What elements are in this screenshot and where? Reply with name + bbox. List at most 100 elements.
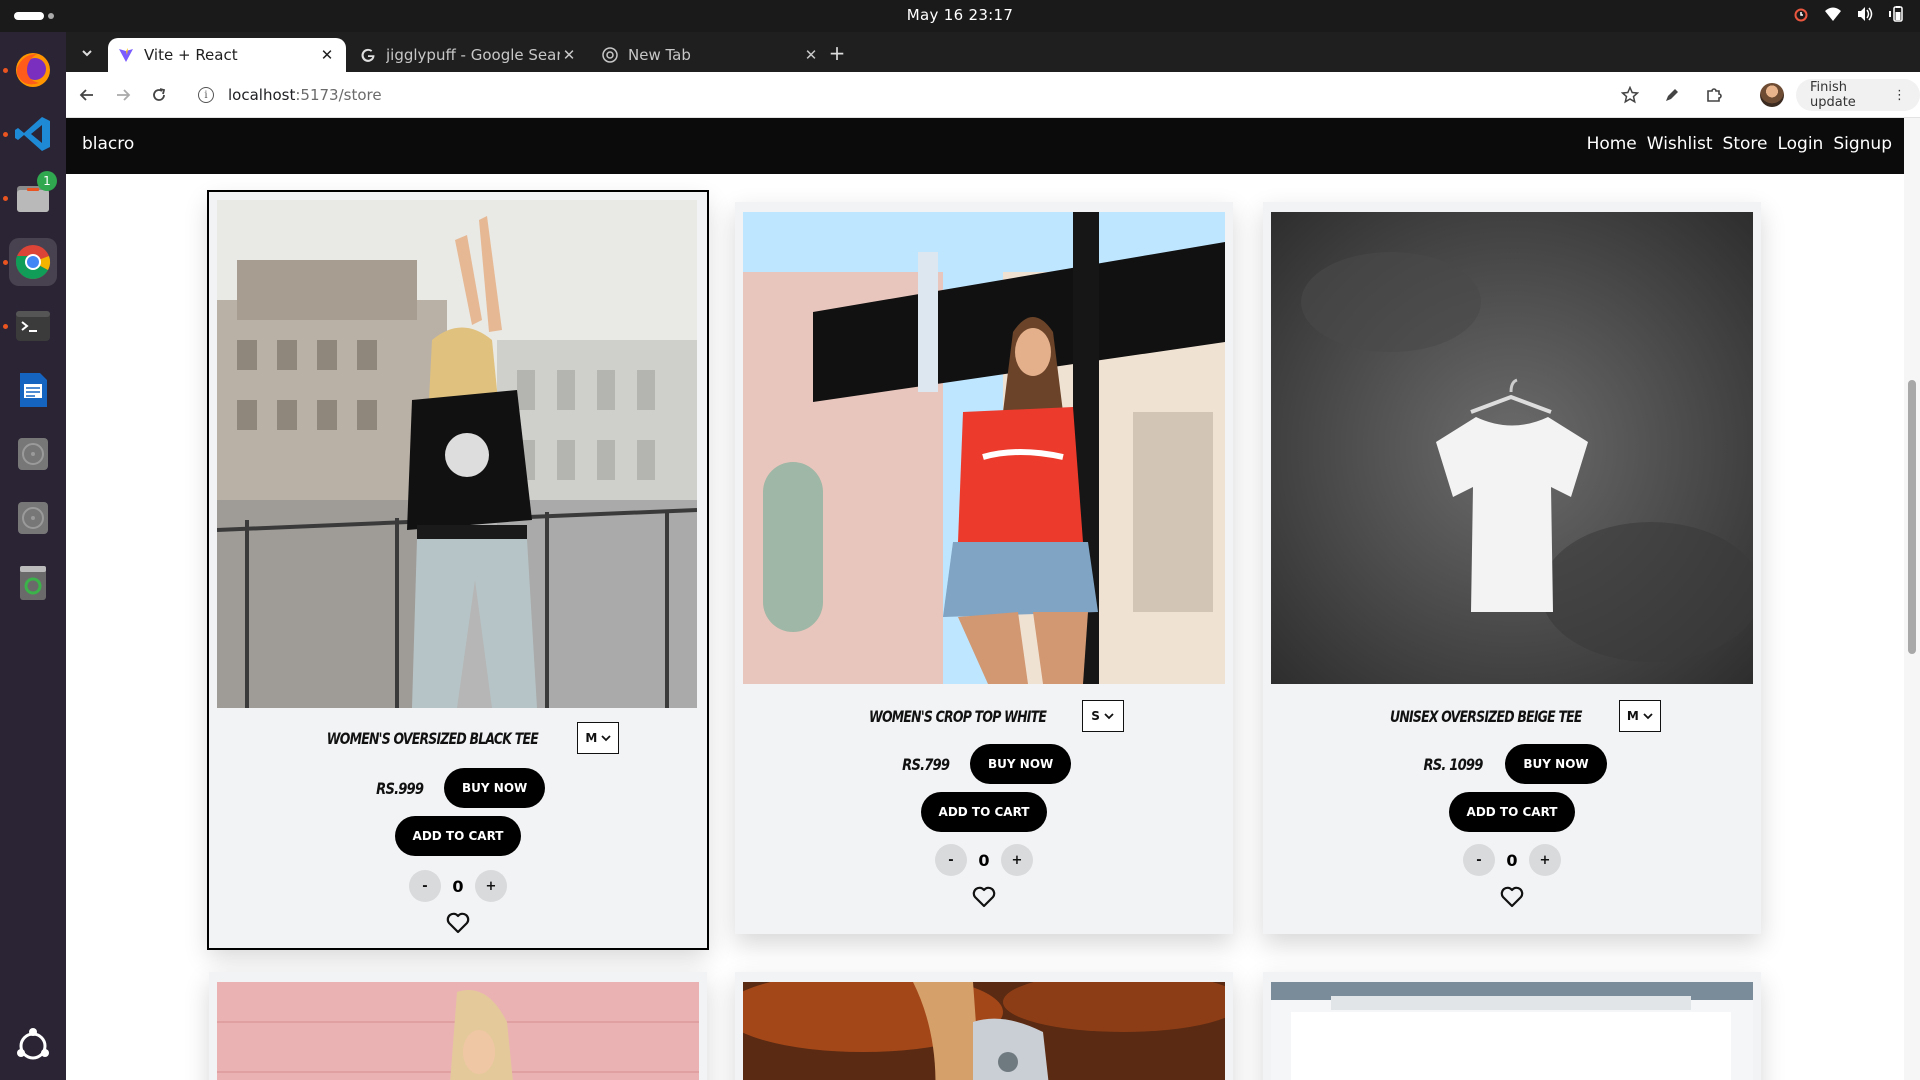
disk-icon[interactable]	[9, 430, 57, 478]
add-to-cart-button[interactable]: ADD TO CART	[1448, 792, 1576, 832]
add-to-cart-button[interactable]: ADD TO CART	[394, 816, 522, 856]
firefox-icon[interactable]	[3, 46, 57, 94]
tab-vite-react[interactable]: Vite + React ✕	[108, 38, 346, 72]
quantity-stepper: - 0 +	[1263, 844, 1761, 876]
quantity-minus-button[interactable]: -	[409, 870, 441, 902]
chrome-icon[interactable]	[3, 238, 57, 286]
address-bar[interactable]: i localhost:5173/store	[184, 78, 1654, 112]
chevron-down-icon	[82, 50, 92, 57]
scrollbar-thumb[interactable]	[1908, 380, 1916, 654]
disk-icon[interactable]	[9, 494, 57, 542]
files-badge: 1	[37, 171, 57, 191]
site-info-icon[interactable]: i	[198, 87, 214, 103]
quantity-plus-button[interactable]: +	[1001, 844, 1033, 876]
nav-login[interactable]: Login	[1777, 134, 1823, 154]
finish-update-label: Finish update	[1810, 80, 1856, 110]
reload-icon[interactable]	[146, 82, 172, 108]
wishlist-heart-icon[interactable]	[209, 912, 707, 934]
ubuntu-apps-icon[interactable]	[9, 1022, 57, 1070]
product-image[interactable]	[743, 212, 1225, 684]
system-top-bar: May 16 23:17	[0, 0, 1920, 32]
site-nav-links: Home Wishlist Store Login Signup	[1587, 134, 1892, 154]
quantity-stepper: - 0 +	[209, 870, 707, 902]
buy-now-button[interactable]: BUY NOW	[1505, 744, 1607, 784]
writer-icon[interactable]	[9, 366, 57, 414]
tab-google-search[interactable]: jigglypuff - Google Search ✕	[350, 38, 588, 72]
product-card[interactable]: WOMEN'S OVERSIZED BLACK TEE M RS.999 BUY…	[207, 190, 709, 950]
quantity-minus-button[interactable]: -	[1463, 844, 1495, 876]
name-size-row: WOMEN'S CROP TOP WHITE S	[735, 700, 1233, 732]
nav-home[interactable]: Home	[1587, 134, 1637, 154]
product-card[interactable]: WOMEN'S CROP TOP WHITE S RS.799 BUY NOW …	[735, 202, 1233, 934]
vscode-icon[interactable]	[3, 110, 57, 158]
profile-avatar[interactable]	[1760, 83, 1784, 107]
product-card[interactable]: UNISEX OVERSIZED BEIGE TEE M RS. 1099 BU…	[1263, 202, 1761, 934]
size-select[interactable]: S	[1081, 700, 1124, 732]
buy-now-button[interactable]: BUY NOW	[444, 768, 546, 808]
product-card[interactable]	[735, 972, 1233, 1080]
system-tray[interactable]	[1792, 6, 1906, 26]
product-card[interactable]	[1263, 972, 1761, 1080]
product-image[interactable]	[217, 982, 699, 1080]
running-indicator	[3, 132, 8, 137]
quantity-plus-button[interactable]: +	[1529, 844, 1561, 876]
price-buy-row: RS.999 BUY NOW	[209, 768, 707, 808]
trash-icon[interactable]	[9, 558, 57, 606]
size-select[interactable]: M	[1618, 700, 1661, 732]
product-image[interactable]	[217, 200, 697, 708]
finish-update-button[interactable]: Finish update ⋮	[1796, 79, 1920, 111]
wifi-icon[interactable]	[1824, 6, 1842, 26]
quantity-value: 0	[452, 876, 464, 896]
product-card[interactable]	[209, 972, 707, 1080]
size-select[interactable]: M	[577, 722, 620, 754]
size-value: M	[585, 731, 598, 745]
wishlist-heart-icon[interactable]	[1263, 886, 1761, 908]
site-brand[interactable]: blacro	[82, 134, 134, 154]
nav-wishlist[interactable]: Wishlist	[1647, 134, 1713, 154]
price-buy-row: RS.799 BUY NOW	[735, 744, 1233, 784]
product-photo-white-wall	[1271, 982, 1753, 1080]
files-icon[interactable]: 1	[3, 171, 57, 222]
url-text[interactable]: localhost:5173/store	[228, 86, 382, 104]
alarm-icon[interactable]	[1792, 6, 1810, 26]
close-icon[interactable]: ✕	[318, 46, 336, 64]
terminal-icon[interactable]	[3, 302, 57, 350]
product-info: WOMEN'S OVERSIZED BLACK TEE M RS.999 BUY…	[209, 722, 707, 934]
forward-arrow-icon[interactable]	[110, 82, 136, 108]
product-image[interactable]	[1271, 982, 1753, 1080]
site-navbar: blacro Home Wishlist Store Login Signup	[66, 118, 1904, 174]
close-icon[interactable]: ✕	[560, 46, 578, 64]
google-favicon-icon	[360, 47, 376, 63]
tab-title: New Tab	[628, 46, 691, 64]
back-arrow-icon[interactable]	[74, 82, 100, 108]
new-tab-plus-icon[interactable]: +	[824, 40, 850, 66]
product-image[interactable]	[1271, 212, 1753, 684]
tab-strip: Vite + React ✕ jigglypuff - Google Searc…	[66, 32, 1920, 72]
size-value: S	[1091, 709, 1100, 723]
nav-signup[interactable]: Signup	[1833, 134, 1892, 154]
buy-now-button[interactable]: BUY NOW	[970, 744, 1072, 784]
page-scrollbar[interactable]	[1904, 118, 1920, 1080]
quantity-stepper: - 0 +	[735, 844, 1233, 876]
close-icon[interactable]: ✕	[802, 46, 820, 64]
quantity-plus-button[interactable]: +	[475, 870, 507, 902]
name-size-row: UNISEX OVERSIZED BEIGE TEE M	[1263, 700, 1761, 732]
tab-new-tab[interactable]: New Tab ✕	[592, 38, 830, 72]
quantity-minus-button[interactable]: -	[935, 844, 967, 876]
nav-store[interactable]: Store	[1723, 134, 1768, 154]
product-image[interactable]	[743, 982, 1225, 1080]
clock[interactable]: May 16 23:17	[0, 6, 1920, 24]
wishlist-heart-icon[interactable]	[735, 886, 1233, 908]
extensions-puzzle-icon[interactable]	[1702, 83, 1726, 107]
more-vert-icon[interactable]: ⋮	[1893, 88, 1906, 103]
chevron-down-icon	[1643, 713, 1653, 720]
tab-search-button[interactable]	[74, 40, 100, 66]
volume-icon[interactable]	[1856, 6, 1874, 26]
product-price: RS.999	[375, 778, 424, 798]
cart-row: ADD TO CART	[735, 792, 1233, 832]
add-to-cart-button[interactable]: ADD TO CART	[920, 792, 1048, 832]
pen-extension-icon[interactable]	[1660, 83, 1684, 107]
product-info: WOMEN'S CROP TOP WHITE S RS.799 BUY NOW …	[735, 700, 1233, 908]
bookmark-star-icon[interactable]	[1618, 83, 1642, 107]
battery-icon[interactable]	[1888, 6, 1906, 26]
